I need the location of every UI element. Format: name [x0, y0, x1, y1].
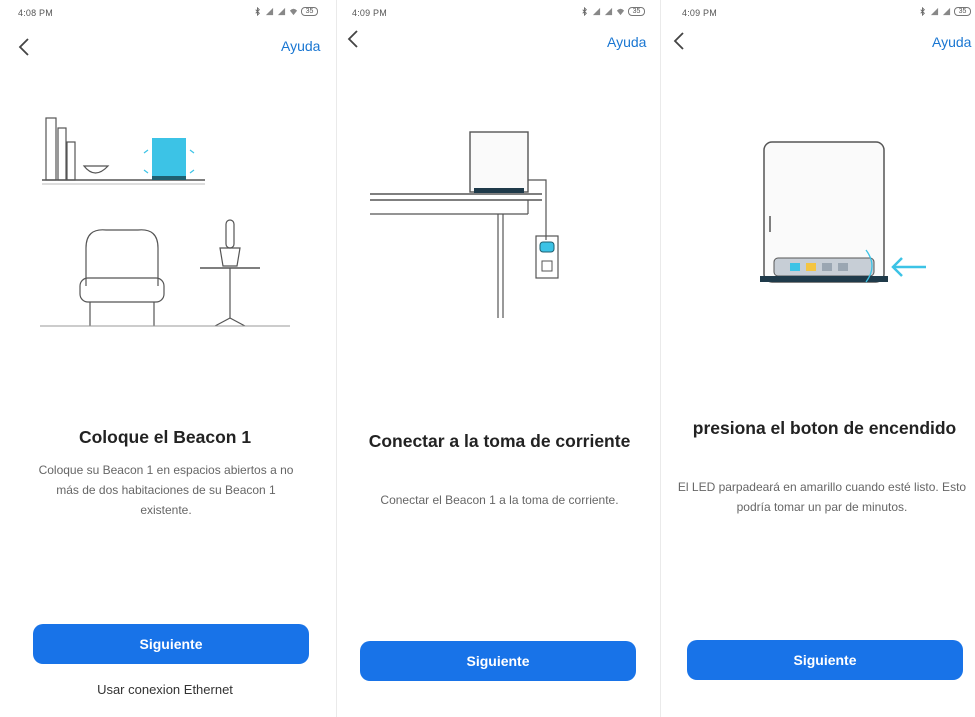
cellular-signal-icon — [942, 7, 951, 16]
screen-plug-in-beacon: 4:09 PM 35 Ayuda Conectar a la toma de c… — [342, 0, 657, 717]
screen-place-beacon: 4:08 PM 35 Ayuda Coloque el Beacon 1 Col… — [0, 0, 330, 717]
status-icons: 35 — [253, 7, 318, 16]
bluetooth-icon — [920, 7, 925, 16]
battery-icon: 35 — [301, 7, 318, 16]
bluetooth-icon — [255, 7, 260, 16]
help-link[interactable]: Ayuda — [932, 34, 971, 50]
screen-divider — [336, 0, 337, 717]
battery-icon: 35 — [628, 7, 645, 16]
status-time: 4:09 PM — [352, 8, 387, 18]
use-ethernet-link[interactable]: Usar conexion Ethernet — [0, 682, 330, 697]
status-time: 4:09 PM — [682, 8, 717, 18]
screen-title: Coloque el Beacon 1 — [78, 427, 252, 447]
screen-description: Coloque su Beacon 1 en espacios abiertos… — [38, 463, 294, 517]
status-bar: 4:09 PM 35 — [342, 6, 657, 22]
room-placement-illustration — [40, 117, 290, 327]
screen-power-button: 4:09 PM 35 Ayuda presiona el boton de en… — [664, 0, 975, 717]
help-link[interactable]: Ayuda — [281, 38, 320, 54]
help-link[interactable]: Ayuda — [607, 34, 646, 50]
cellular-signal-icon — [592, 7, 601, 16]
status-bar: 4:09 PM 35 — [664, 6, 975, 22]
status-icons: 35 — [580, 7, 645, 16]
status-icons: 35 — [918, 7, 971, 16]
screen-description: Conectar el Beacon 1 a la toma de corrie… — [380, 493, 619, 507]
wifi-icon — [616, 8, 625, 16]
screen-description: El LED parpadeará en amarillo cuando est… — [677, 480, 967, 514]
chevron-left-icon[interactable] — [670, 30, 688, 52]
cellular-signal-icon — [265, 7, 274, 16]
status-bar: 4:08 PM 35 — [0, 6, 330, 22]
chevron-left-icon[interactable] — [344, 28, 362, 50]
next-button[interactable]: Siguiente — [687, 640, 963, 680]
battery-icon: 35 — [954, 7, 971, 16]
power-button-illustration — [760, 141, 926, 283]
cellular-signal-icon — [604, 7, 613, 16]
screen-title: presiona el boton de encendido — [692, 418, 957, 438]
power-outlet-illustration — [370, 131, 559, 318]
cellular-signal-icon — [930, 7, 939, 16]
wifi-icon — [289, 8, 298, 16]
screen-divider — [660, 0, 661, 717]
next-button[interactable]: Siguiente — [33, 624, 309, 664]
bluetooth-icon — [582, 7, 587, 16]
screen-title: Conectar a la toma de corriente — [368, 431, 631, 451]
chevron-left-icon[interactable] — [15, 36, 33, 58]
status-time: 4:08 PM — [18, 8, 53, 18]
cellular-signal-icon — [277, 7, 286, 16]
next-button[interactable]: Siguiente — [360, 641, 636, 681]
